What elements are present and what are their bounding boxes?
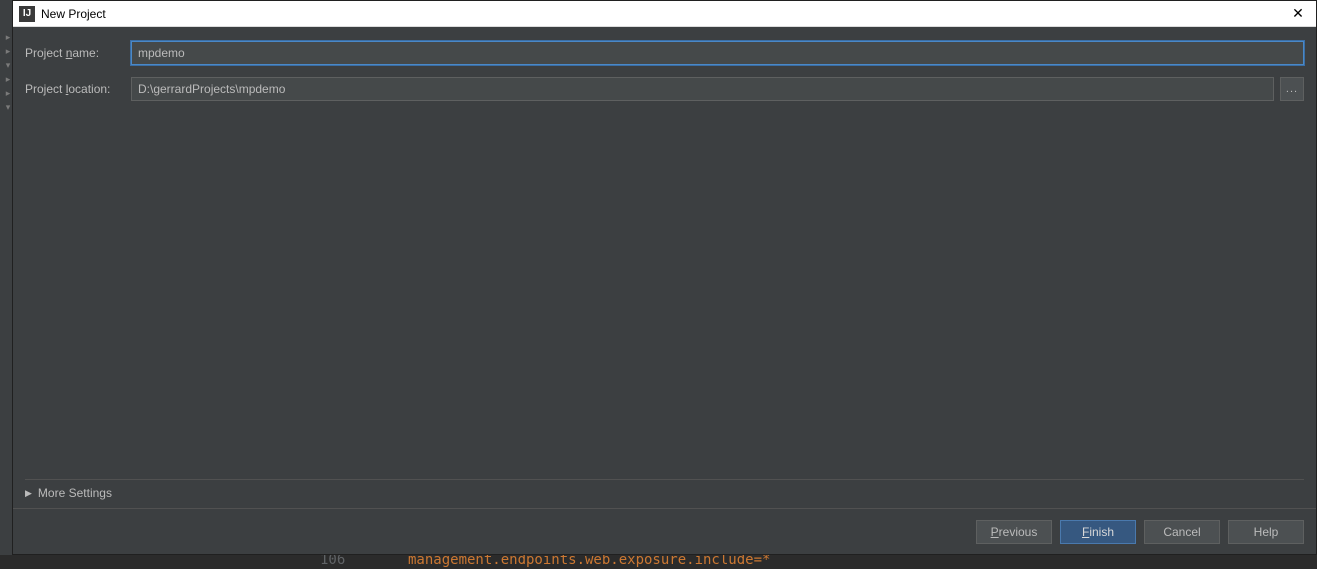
finish-button[interactable]: Finish [1060, 520, 1136, 544]
intellij-icon: IJ [19, 6, 35, 22]
project-location-row: Project location: ... [25, 77, 1304, 101]
browse-button[interactable]: ... [1280, 77, 1304, 101]
content-spacer [25, 113, 1304, 479]
project-location-label: Project location: [25, 82, 131, 96]
ellipsis-icon: ... [1286, 83, 1298, 95]
dialog-titlebar[interactable]: IJ New Project ✕ [13, 1, 1316, 27]
code-snippet: management.endpoints.web.exposure.includ… [408, 555, 770, 568]
project-name-input[interactable] [131, 41, 1304, 65]
dialog-title: New Project [41, 7, 1286, 21]
cancel-button[interactable]: Cancel [1144, 520, 1220, 544]
ide-editor-peek: 106 management.endpoints.web.exposure.in… [0, 555, 1317, 569]
previous-button[interactable]: Previous [976, 520, 1052, 544]
line-number: 106 [320, 555, 345, 568]
more-settings-label: More Settings [38, 486, 112, 500]
new-project-dialog: IJ New Project ✕ Project name: Project l… [12, 0, 1317, 555]
dialog-button-bar: Previous Finish Cancel Help [13, 508, 1316, 554]
project-name-row: Project name: [25, 41, 1304, 65]
project-name-label: Project name: [25, 46, 131, 60]
project-location-input[interactable] [131, 77, 1274, 101]
help-button[interactable]: Help [1228, 520, 1304, 544]
chevron-right-icon: ▶ [25, 488, 32, 499]
more-settings-toggle[interactable]: ▶ More Settings [25, 479, 1304, 506]
close-icon[interactable]: ✕ [1286, 2, 1310, 26]
dialog-content: Project name: Project location: ... ▶ Mo… [13, 27, 1316, 508]
